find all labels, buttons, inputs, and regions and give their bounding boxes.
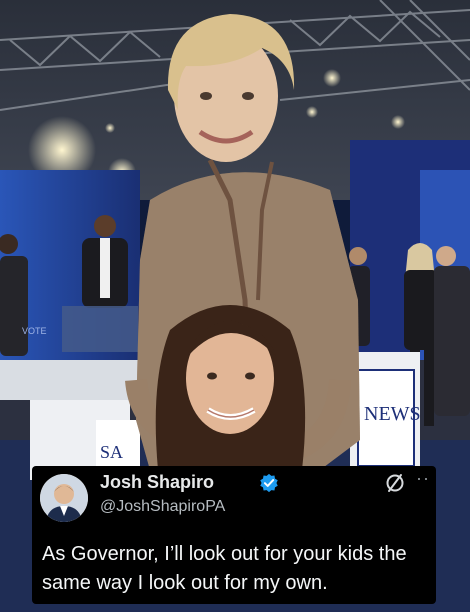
debate-desk: [0, 360, 140, 400]
verified-badge-icon: [260, 473, 278, 493]
profile-avatar[interactable]: [40, 474, 88, 522]
ballot-box: [62, 306, 138, 352]
background-person-far-right: [434, 246, 470, 416]
smiling-girl: [155, 305, 306, 470]
screen-text: VOTE: [22, 326, 47, 336]
no-entry-icon[interactable]: [384, 472, 406, 494]
stage-spotlight: [391, 115, 405, 129]
podium-left-text: SA: [100, 442, 123, 462]
tweet-text: As Governor, I’ll look out for your kids…: [42, 543, 407, 594]
stage-spotlight: [306, 106, 318, 118]
display-name[interactable]: Josh Shapiro: [100, 472, 214, 493]
stage-spotlight: [105, 123, 115, 133]
podium-sign-text: NEWS: [364, 403, 421, 425]
handle[interactable]: @JoshShapiroPA: [100, 498, 225, 516]
stage-spotlight: [323, 69, 341, 87]
tweet-card[interactable]: Josh Shapiro @JoshShapiroPA ·· As Govern…: [32, 466, 436, 604]
more-dots-icon[interactable]: ··: [416, 468, 430, 489]
